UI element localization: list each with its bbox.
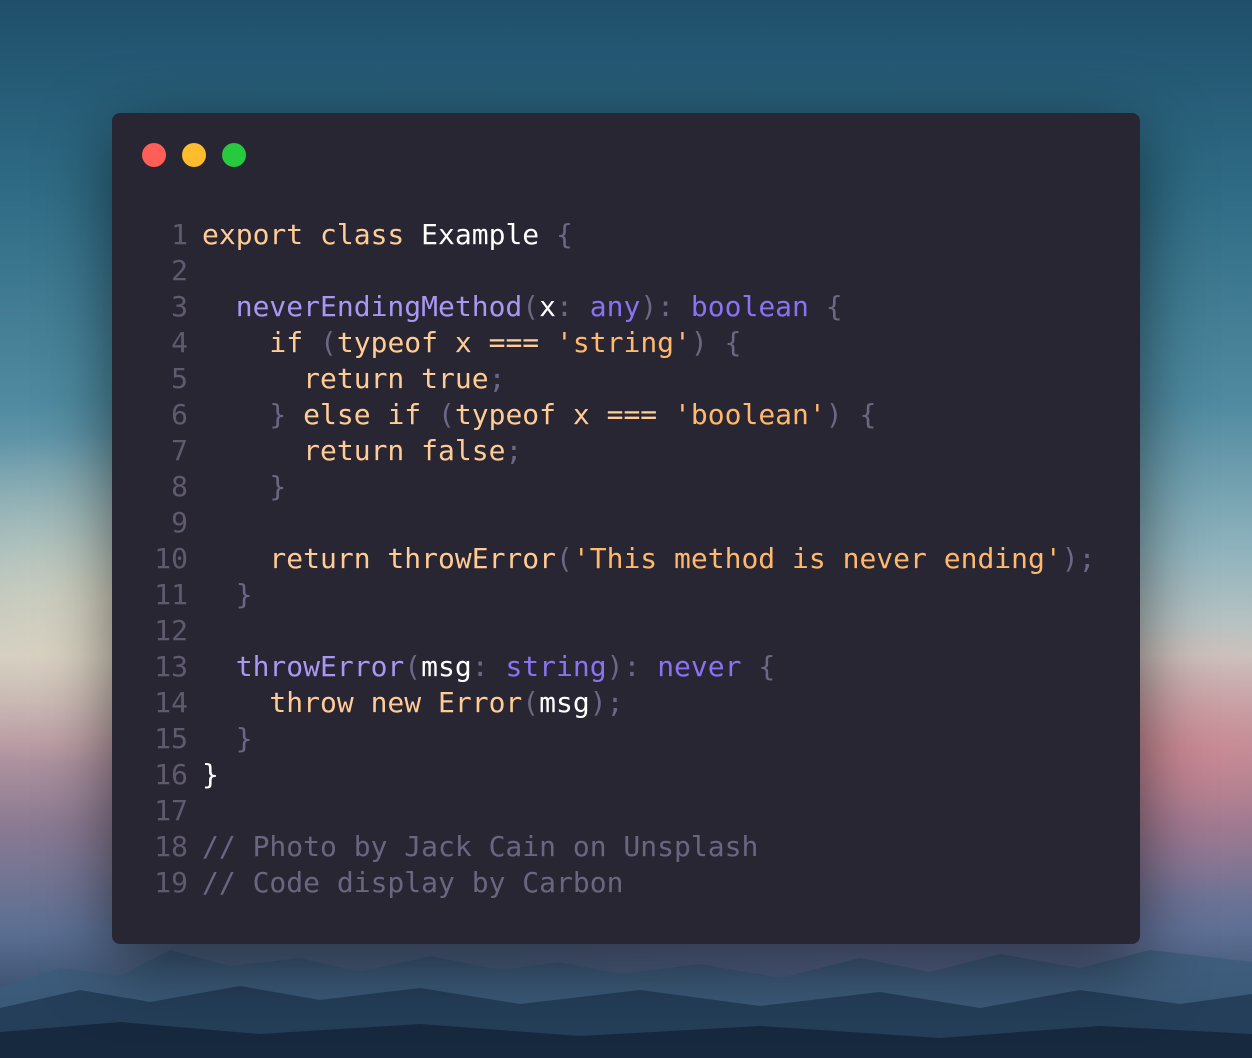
code-line: 3 neverEndingMethod(x: any): boolean { (142, 289, 1095, 325)
code-token: never (657, 650, 742, 683)
maximize-button[interactable] (222, 143, 246, 167)
code-token: ) { (690, 326, 742, 359)
code-line: 19 // Code display by Carbon (142, 865, 1095, 901)
line-number: 17 (154, 794, 188, 827)
line-number: 10 (154, 542, 188, 575)
code-token: ( (404, 650, 422, 683)
code-line: 10 return throwError('This method is nev… (142, 541, 1095, 577)
code-line: 12 (142, 613, 1095, 649)
line-number: 16 (154, 758, 188, 791)
code-token: : (556, 290, 590, 323)
line-number: 6 (171, 398, 188, 431)
code-token: boolean (690, 290, 809, 323)
line-number: 12 (154, 614, 188, 647)
code-token: { (539, 218, 573, 251)
code-token: 'boolean' (674, 398, 826, 431)
code-token: msg (539, 686, 590, 719)
code-token: ) { (825, 398, 877, 431)
code-token: else if (303, 398, 439, 431)
code-token: ; (488, 362, 506, 395)
code-token: if (202, 326, 321, 359)
line-number: 7 (171, 434, 188, 467)
code-line: 1 export class Example { (142, 217, 1095, 253)
code-line: 14 throw new Error(msg); (142, 685, 1095, 721)
code-token: ): (640, 290, 691, 323)
line-number: 2 (171, 254, 188, 287)
code-token: Example (421, 218, 540, 251)
code-token: 'string' (556, 326, 691, 359)
code-token: ( (438, 398, 455, 431)
code-line: 17 (142, 793, 1095, 829)
code-token: return true (202, 362, 489, 395)
code-token: neverEndingMethod (202, 290, 523, 323)
minimize-button[interactable] (182, 143, 206, 167)
code-token: // Code display by Carbon (202, 866, 624, 899)
line-number: 3 (171, 290, 188, 323)
code-token: export class (202, 218, 422, 251)
line-number: 4 (171, 326, 188, 359)
code-token: : (471, 650, 506, 683)
code-line: 11 } (142, 577, 1095, 613)
code-token: return false (202, 434, 506, 467)
code-line: 8 } (142, 469, 1095, 505)
code-token: } (202, 578, 253, 611)
code-token: } (202, 398, 304, 431)
code-line: 15 } (142, 721, 1095, 757)
line-number: 15 (154, 722, 188, 755)
code-token: } (202, 722, 253, 755)
code-line: 13 throwError(msg: string): never { (142, 649, 1095, 685)
code-line: 5 return true; (142, 361, 1095, 397)
line-number: 13 (154, 650, 188, 683)
line-number: 14 (154, 686, 188, 719)
code-token: } (202, 758, 219, 791)
code-token: ; (505, 434, 523, 467)
code-token: { (741, 650, 776, 683)
line-number: 5 (171, 362, 188, 395)
code-token: { (808, 290, 843, 323)
line-number: 11 (154, 578, 188, 611)
code-editor: 1 export class Example {2 3 neverEndingMet… (142, 217, 1095, 901)
code-token: typeof x === (454, 398, 675, 431)
code-token: throw new Error (202, 686, 523, 719)
line-number: 1 (171, 218, 188, 251)
code-token: ( (522, 686, 540, 719)
code-window: 1 export class Example {2 3 neverEndingMet… (112, 113, 1140, 944)
code-token: msg (421, 650, 472, 683)
code-token: ); (589, 686, 624, 719)
code-token: } (202, 470, 287, 503)
code-token: ( (320, 326, 337, 359)
code-token: ( (556, 542, 573, 575)
code-line: 7 return false; (142, 433, 1095, 469)
line-number: 18 (154, 830, 188, 863)
mountain-silhouette (0, 950, 1252, 1058)
close-button[interactable] (142, 143, 166, 167)
code-line: 9 (142, 505, 1095, 541)
code-line: 18 // Photo by Jack Cain on Unsplash (142, 829, 1095, 865)
code-token: typeof x === (336, 326, 557, 359)
code-token: ): (606, 650, 658, 683)
code-line: 16} (142, 757, 1095, 793)
code-token: ); (1061, 542, 1096, 575)
code-token: 'This method is never ending' (572, 542, 1062, 575)
line-number: 19 (154, 866, 188, 899)
line-number: 8 (171, 470, 188, 503)
code-token: throwError (202, 650, 405, 683)
code-line: 2 (142, 253, 1095, 289)
code-line: 6 } else if (typeof x === 'boolean') { (142, 397, 1095, 433)
code-token: ( (522, 290, 540, 323)
code-token: // Photo by Jack Cain on Unsplash (202, 830, 759, 863)
code-token: any (589, 290, 641, 323)
line-number: 9 (171, 506, 188, 539)
code-token: return throwError (202, 542, 557, 575)
code-line: 4 if (typeof x === 'string') { (142, 325, 1095, 361)
code-token: x (539, 290, 557, 323)
code-token: string (505, 650, 607, 683)
